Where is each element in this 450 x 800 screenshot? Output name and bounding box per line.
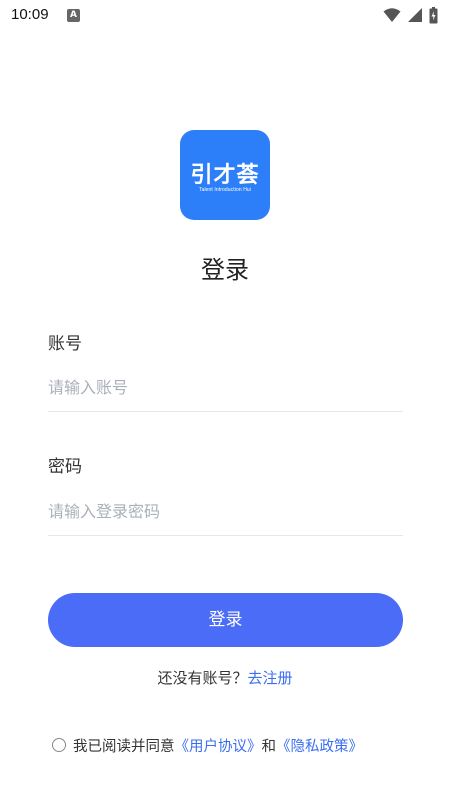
status-time: 10:09: [11, 6, 49, 23]
register-row: 还没有账号？去注册: [0, 667, 450, 688]
agreement-checkbox[interactable]: [52, 738, 66, 752]
account-input[interactable]: [48, 367, 403, 407]
battery-icon: [429, 6, 438, 23]
agreement-and: 和: [261, 738, 277, 755]
agreement-prefix: 我已阅读并同意: [73, 738, 175, 755]
no-account-text: 还没有账号？: [157, 669, 248, 687]
wifi-icon: [383, 8, 401, 22]
signal-icon: [408, 8, 422, 22]
account-underline: [48, 411, 403, 412]
logo-subtitle: Talent Introduction Hui: [198, 187, 252, 193]
password-input[interactable]: [48, 491, 403, 531]
login-button[interactable]: 登录: [48, 593, 403, 647]
account-label: 账号: [48, 334, 82, 354]
page-title: 登录: [201, 256, 249, 284]
logo-title: 引才荟: [190, 163, 260, 188]
notification-icon: A: [67, 9, 80, 22]
status-icons: [383, 6, 438, 24]
password-label: 密码: [48, 457, 82, 477]
status-bar: 10:09 A: [0, 0, 450, 30]
agreement-row: 我已阅读并同意 《用户协议》和《隐私政策》: [52, 735, 363, 755]
register-link[interactable]: 去注册: [248, 669, 293, 687]
password-underline: [48, 535, 403, 536]
user-agreement-link[interactable]: 《用户协议》: [175, 735, 262, 756]
app-logo: 引才荟 Talent Introduction Hui: [180, 130, 270, 220]
privacy-policy-link[interactable]: 《隐私政策》: [276, 735, 363, 756]
